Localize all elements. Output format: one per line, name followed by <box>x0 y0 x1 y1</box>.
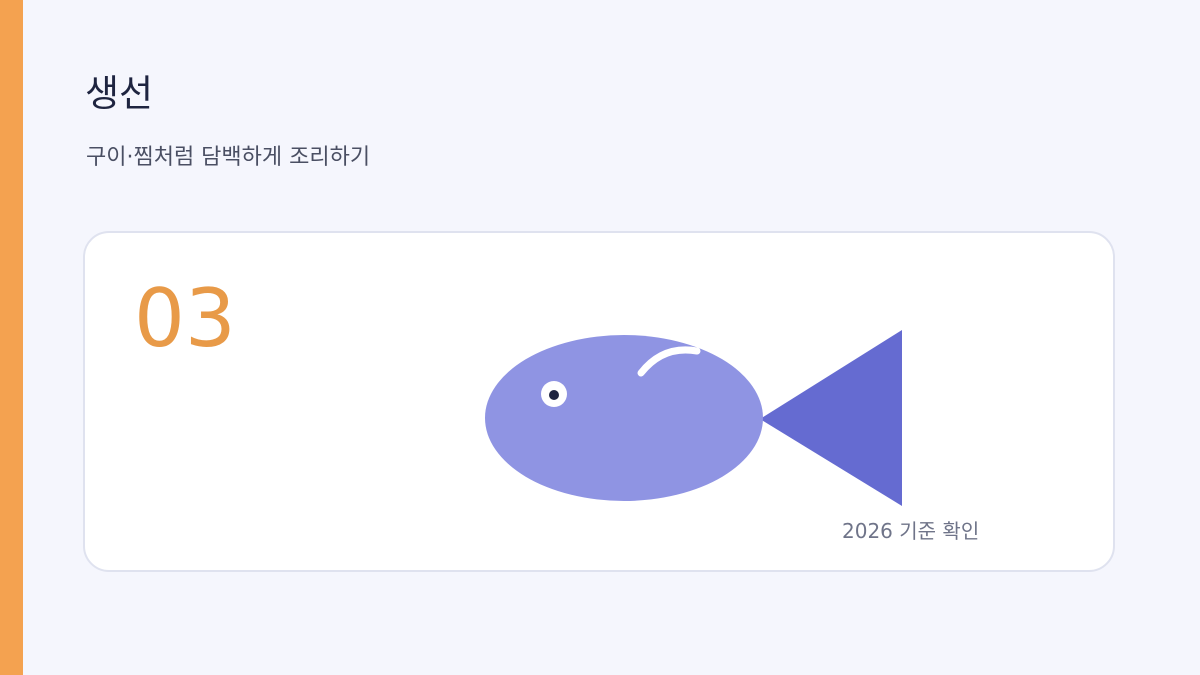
card-caption: 2026 기준 확인 <box>842 519 980 543</box>
info-card: 03 2026 기준 확인 <box>83 231 1115 572</box>
fish-body <box>485 335 763 501</box>
fish-pupil <box>549 390 559 400</box>
accent-bar <box>0 0 23 675</box>
page-subtitle: 구이·찜처럼 담백하게 조리하기 <box>86 145 371 170</box>
page-title: 생선 <box>85 72 154 115</box>
fish-tail <box>760 330 902 506</box>
